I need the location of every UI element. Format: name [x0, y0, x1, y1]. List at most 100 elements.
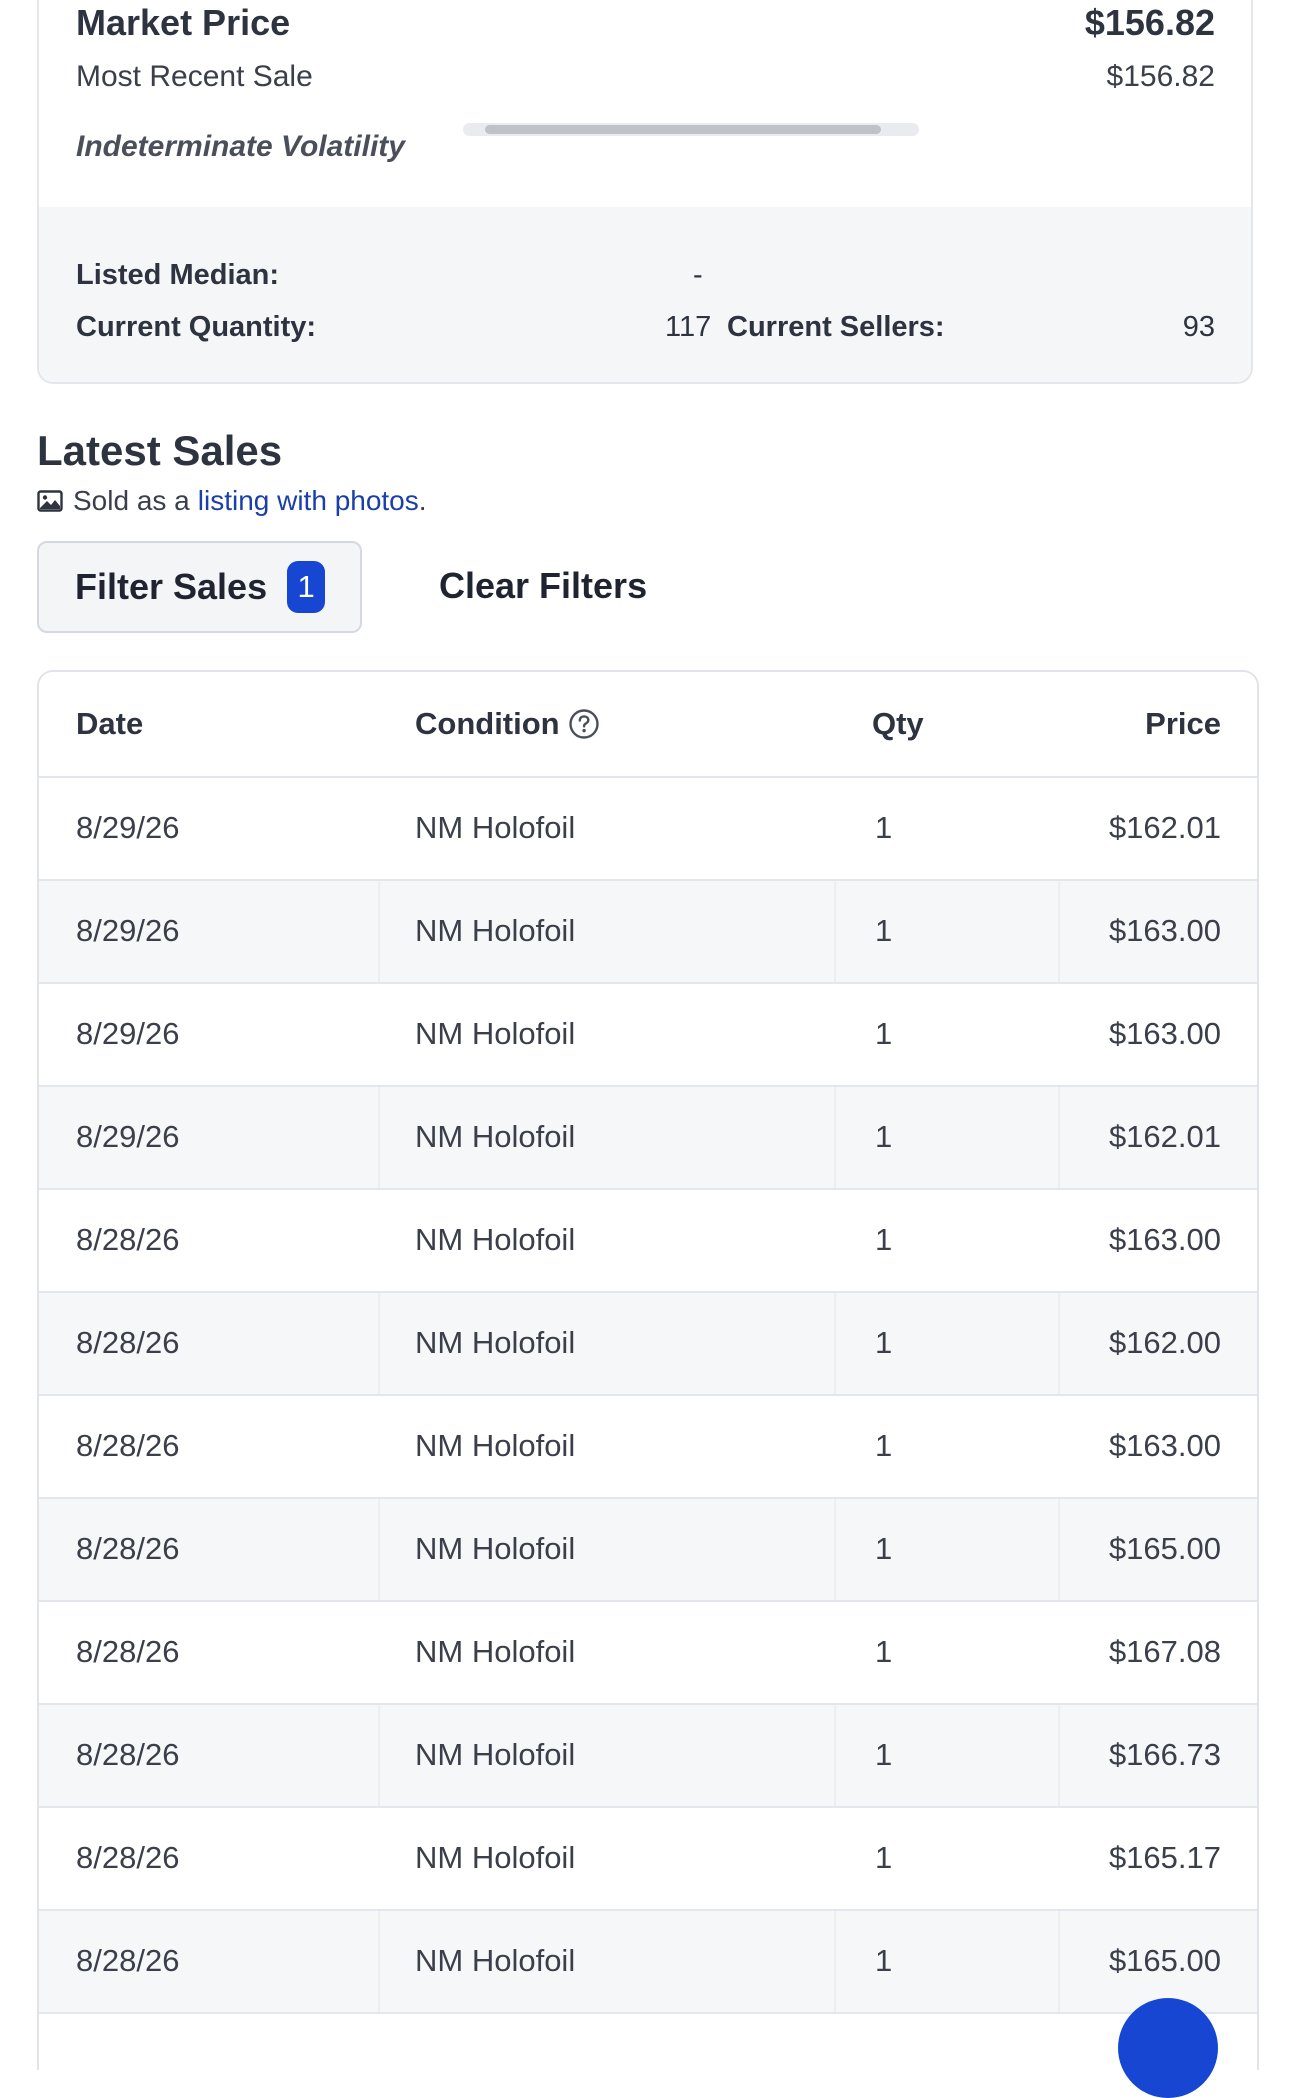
table-row: 8/28/26 NM Holofoil 1 $163.00	[39, 1190, 1257, 1293]
cell-condition: NM Holofoil	[415, 1016, 576, 1051]
cell-date: 8/28/26	[76, 1943, 180, 1978]
table-row: 8/29/26 NM Holofoil 1 $162.01	[39, 1087, 1257, 1190]
cell-date: 8/29/26	[76, 1016, 180, 1051]
volatility-bar	[463, 123, 919, 136]
column-separator	[834, 1499, 836, 1600]
image-icon	[37, 490, 63, 512]
column-separator	[378, 1911, 380, 2012]
current-sellers-label: Current Sellers:	[727, 311, 945, 343]
cell-price: $165.00	[1108, 1531, 1221, 1566]
cell-date: 8/28/26	[76, 1840, 180, 1875]
filter-count-badge: 1	[287, 561, 326, 613]
column-separator	[1058, 881, 1060, 982]
cell-condition: NM Holofoil	[415, 810, 576, 845]
column-separator	[834, 881, 836, 982]
cell-qty: 1	[875, 1840, 893, 1875]
column-header-price[interactable]: Price	[1145, 706, 1221, 742]
most-recent-sale-label: Most Recent Sale	[76, 60, 313, 93]
current-sellers-value: 93	[1182, 311, 1215, 343]
cell-condition: NM Holofoil	[415, 1634, 576, 1669]
cell-price: $162.01	[1108, 810, 1221, 845]
cell-qty: 1	[875, 1119, 893, 1154]
cell-price: $162.01	[1108, 1119, 1221, 1154]
cell-qty: 1	[875, 1325, 893, 1360]
photo-note-prefix: Sold as a	[73, 485, 190, 516]
cell-date: 8/28/26	[76, 1737, 180, 1772]
listing-stats: Listed Median: - Current Quantity: 117 C…	[39, 207, 1251, 382]
cell-qty: 1	[875, 810, 893, 845]
table-row: 8/28/26 NM Holofoil 1 $162.00	[39, 1293, 1257, 1396]
column-separator	[1058, 1911, 1060, 2012]
cell-condition: NM Holofoil	[415, 1222, 576, 1257]
cell-condition: NM Holofoil	[415, 1943, 576, 1978]
photo-note-suffix: .	[418, 485, 427, 516]
sales-table: Date Condition Qty Price 8/29/26 NM Holof…	[37, 670, 1259, 2070]
cell-condition: NM Holofoil	[415, 1428, 576, 1463]
cell-price: $166.73	[1108, 1737, 1221, 1772]
help-circle-icon[interactable]	[568, 708, 600, 740]
cell-qty: 1	[875, 1943, 893, 1978]
column-header-qty[interactable]: Qty	[872, 706, 924, 742]
table-row: 8/29/26 NM Holofoil 1 $163.00	[39, 881, 1257, 984]
most-recent-sale-value: $156.82	[1106, 60, 1215, 93]
table-header: Date Condition Qty Price	[39, 672, 1257, 778]
volatility-label: Indeterminate Volatility	[76, 130, 405, 163]
column-separator	[1058, 1087, 1060, 1188]
floating-action-button[interactable]	[1118, 1998, 1218, 2098]
cell-price: $163.00	[1108, 1222, 1221, 1257]
column-separator	[834, 1911, 836, 2012]
cell-condition: NM Holofoil	[415, 1325, 576, 1360]
listed-median-label: Listed Median:	[76, 259, 280, 291]
price-summary-card: Market Price $156.82 Most Recent Sale $1…	[37, 0, 1253, 384]
column-separator	[834, 1293, 836, 1394]
cell-price: $163.00	[1108, 1016, 1221, 1051]
column-separator	[1058, 1705, 1060, 1806]
market-price-label: Market Price	[76, 2, 291, 43]
cell-qty: 1	[875, 1016, 893, 1051]
latest-sales-title: Latest Sales	[37, 427, 283, 474]
table-row: 8/28/26 NM Holofoil 1 $165.17	[39, 1808, 1257, 1911]
photo-listing-note: Sold as a listing with photos .	[37, 485, 427, 517]
cell-price: $165.00	[1108, 1943, 1221, 1978]
table-row: 8/29/26 NM Holofoil 1 $163.00	[39, 984, 1257, 1087]
cell-condition: NM Holofoil	[415, 913, 576, 948]
table-body: 8/29/26 NM Holofoil 1 $162.01 8/29/26 NM Holo…	[39, 778, 1257, 2014]
filter-sales-label: Filter Sales	[75, 566, 268, 607]
cell-price: $162.00	[1108, 1325, 1221, 1360]
column-separator	[834, 1705, 836, 1806]
column-separator	[378, 1293, 380, 1394]
current-quantity-value: 117	[665, 311, 712, 343]
table-row: 8/28/26 NM Holofoil 1 $163.00	[39, 1396, 1257, 1499]
filter-sales-button[interactable]: Filter Sales 1	[37, 541, 362, 633]
volatility-bar-fill	[485, 125, 881, 134]
cell-qty: 1	[875, 913, 893, 948]
column-separator	[1058, 1499, 1060, 1600]
cell-qty: 1	[875, 1428, 893, 1463]
listing-with-photos-link[interactable]: listing with photos	[198, 485, 419, 517]
current-quantity-label: Current Quantity:	[76, 311, 317, 343]
column-separator	[834, 1087, 836, 1188]
cell-qty: 1	[875, 1222, 893, 1257]
clear-filters-button[interactable]: Clear Filters	[439, 565, 647, 607]
cell-date: 8/28/26	[76, 1222, 180, 1257]
cell-qty: 1	[875, 1634, 893, 1669]
column-header-date[interactable]: Date	[76, 706, 143, 742]
cell-date: 8/28/26	[76, 1325, 180, 1360]
cell-condition: NM Holofoil	[415, 1119, 576, 1154]
cell-price: $163.00	[1108, 913, 1221, 948]
column-separator	[378, 881, 380, 982]
cell-date: 8/29/26	[76, 810, 180, 845]
cell-condition: NM Holofoil	[415, 1531, 576, 1566]
column-header-condition[interactable]: Condition	[415, 706, 600, 742]
cell-condition: NM Holofoil	[415, 1840, 576, 1875]
cell-date: 8/29/26	[76, 913, 180, 948]
cell-qty: 1	[875, 1737, 893, 1772]
table-row: 8/28/26 NM Holofoil 1 $165.00	[39, 1911, 1257, 2014]
price-summary-top: Market Price $156.82 Most Recent Sale $1…	[39, 0, 1251, 207]
cell-price: $167.08	[1108, 1634, 1221, 1669]
column-separator	[1058, 1293, 1060, 1394]
table-row: 8/28/26 NM Holofoil 1 $166.73	[39, 1705, 1257, 1808]
table-row: 8/28/26 NM Holofoil 1 $167.08	[39, 1602, 1257, 1705]
column-separator	[378, 1087, 380, 1188]
cell-date: 8/28/26	[76, 1531, 180, 1566]
